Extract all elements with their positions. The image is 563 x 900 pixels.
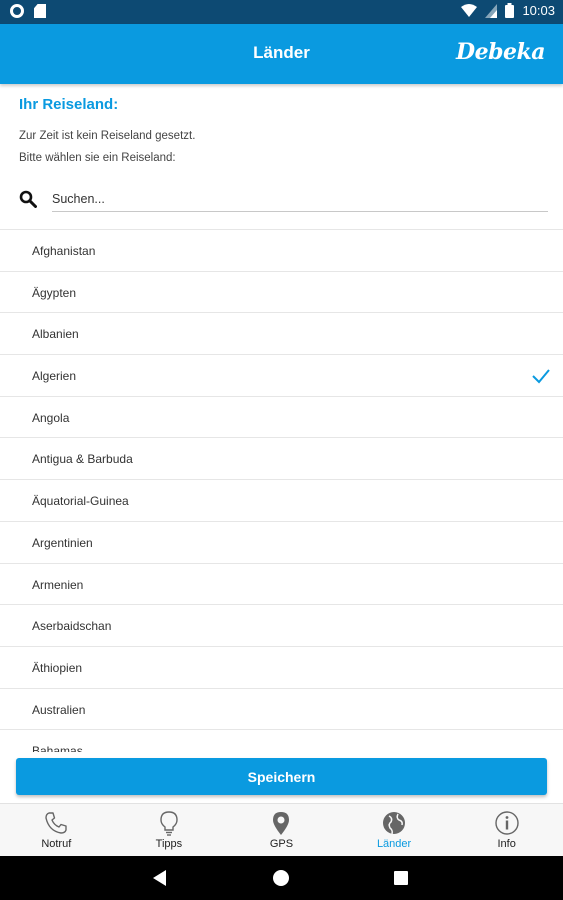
nav-item-notruf[interactable]: Notruf: [0, 804, 113, 856]
nav-item-laender[interactable]: Länder: [338, 804, 451, 856]
country-row[interactable]: Afghanistan: [0, 230, 563, 272]
country-name: Australien: [32, 702, 86, 717]
wifi-icon: [461, 3, 478, 17]
save-button[interactable]: Speichern: [16, 758, 547, 795]
country-row[interactable]: Angola: [0, 397, 563, 439]
debeka-logo: Debeka: [456, 39, 545, 65]
country-name: Afghanistan: [32, 244, 96, 258]
country-name: Äquatorial-Guinea: [32, 494, 129, 509]
country-row[interactable]: Ägypten: [0, 272, 563, 314]
section-title: Ihr Reiseland:: [19, 96, 119, 113]
country-name: Argentinien: [32, 535, 93, 550]
country-row[interactable]: Algerien: [0, 355, 563, 397]
country-row[interactable]: Äthiopien: [0, 647, 563, 689]
cell-signal-icon: [485, 3, 498, 18]
nav-item-gps[interactable]: GPS: [225, 804, 338, 856]
recent-apps-icon[interactable]: [394, 871, 408, 885]
nav-label: Länder: [376, 838, 412, 850]
nav-item-info[interactable]: Info: [450, 804, 563, 856]
country-row[interactable]: Antigua & Barbuda: [0, 438, 563, 481]
country-name: Aserbaidschan: [32, 619, 112, 634]
back-icon[interactable]: [153, 870, 166, 886]
country-row[interactable]: Äquatorial-Guinea: [0, 480, 563, 522]
country-row[interactable]: Argentinien: [0, 522, 563, 564]
bottom-navigation: Notruf Tipps GPS Länder Info: [0, 803, 563, 856]
country-name: Ägypten: [32, 285, 77, 300]
country-name: Bahamas: [32, 744, 83, 752]
nav-label: Notruf: [41, 838, 72, 850]
search-icon: [19, 190, 37, 208]
nav-label: Info: [497, 838, 516, 850]
country-name: Armenien: [32, 577, 84, 592]
country-name: Äthiopien: [32, 660, 83, 675]
globe-icon: [383, 812, 406, 835]
sd-card-icon: [34, 4, 46, 18]
country-row[interactable]: Australien: [0, 689, 563, 731]
country-row[interactable]: Aserbaidschan: [0, 605, 563, 647]
app-bar: Länder Debeka: [0, 24, 563, 84]
country-row[interactable]: Albanien: [0, 313, 563, 356]
info-text-instruction: Bitte wählen sie ein Reiseland:: [19, 152, 176, 164]
notification-circle-icon: [10, 4, 24, 18]
nav-label: Tipps: [155, 838, 183, 850]
country-list[interactable]: Afghanistan Ägypten Albanien Algerien Angola…: [0, 229, 563, 752]
country-name: Angola: [32, 410, 70, 425]
country-row[interactable]: Armenien: [0, 564, 563, 606]
phone-icon: [45, 812, 67, 834]
info-text-current: Zur Zeit ist kein Reiseland gesetzt.: [19, 130, 196, 142]
lightbulb-icon: [160, 811, 178, 836]
status-time: 10:03: [522, 3, 555, 18]
country-row[interactable]: Bahamas: [0, 730, 563, 752]
system-navigation-bar: [0, 856, 563, 900]
home-icon[interactable]: [273, 870, 289, 886]
country-name: Algerien: [32, 369, 77, 384]
search-input[interactable]: [52, 186, 548, 212]
country-name: Antigua & Barbuda: [32, 452, 133, 467]
status-bar: 10:03: [0, 0, 563, 24]
country-name: Albanien: [32, 327, 79, 342]
nav-item-tipps[interactable]: Tipps: [113, 804, 226, 856]
checkmark-icon: [532, 369, 550, 384]
info-icon: [494, 811, 519, 835]
battery-icon: [505, 3, 515, 18]
map-pin-icon: [273, 812, 290, 835]
nav-label: GPS: [269, 838, 294, 850]
search-row: [19, 186, 549, 212]
